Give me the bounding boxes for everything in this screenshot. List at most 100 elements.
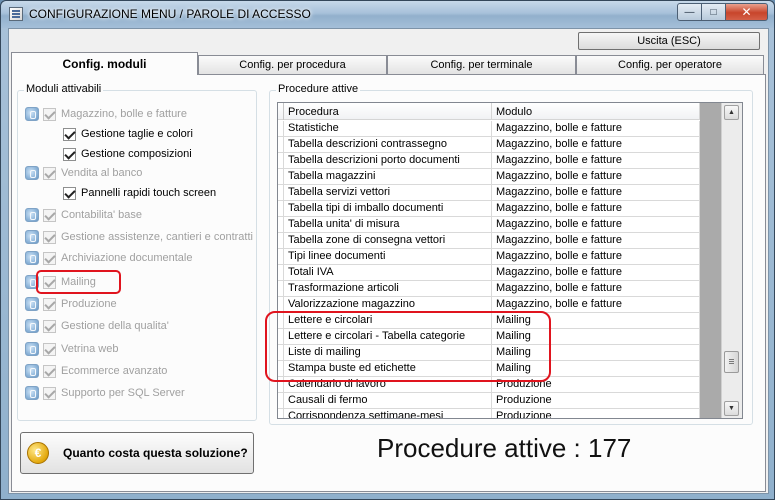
- table-row[interactable]: Tipi linee documenti Magazzino, bolle e f…: [278, 249, 700, 265]
- table-row[interactable]: Tabella magazzini Magazzino, bolle e fatt…: [278, 169, 700, 185]
- tab-config-moduli[interactable]: Config. moduli: [11, 52, 198, 75]
- cell-procedura[interactable]: Statistiche: [284, 121, 492, 136]
- table-row[interactable]: Tabella descrizioni contrassegno Magazzin…: [278, 137, 700, 153]
- title-bar[interactable]: CONFIGURAZIONE MENU / PAROLE DI ACCESSO …: [1, 1, 774, 28]
- cell-procedura[interactable]: Tabella descrizioni porto documenti: [284, 153, 492, 168]
- table-row[interactable]: Corrispondenza settimane-mesi Produzione: [278, 409, 700, 418]
- cell-procedura[interactable]: Tabella magazzini: [284, 169, 492, 184]
- module-checkbox[interactable]: [43, 251, 56, 265]
- cell-procedura[interactable]: Tabella zone di consegna vettori: [284, 233, 492, 248]
- module-item[interactable]: Magazzino, bolle e fatture: [25, 105, 187, 123]
- cell-modulo[interactable]: Magazzino, bolle e fatture: [492, 185, 700, 200]
- module-icon: [25, 386, 39, 400]
- module-checkbox[interactable]: [43, 230, 56, 244]
- cell-modulo[interactable]: Magazzino, bolle e fatture: [492, 137, 700, 152]
- module-item[interactable]: Supporto per SQL Server: [25, 384, 185, 402]
- module-checkbox[interactable]: [43, 297, 56, 311]
- column-header-procedura[interactable]: Procedura: [284, 103, 492, 120]
- minimize-button[interactable]: —: [677, 3, 702, 21]
- close-button[interactable]: ✕: [725, 3, 768, 21]
- grid-empty-area: [700, 103, 721, 418]
- module-item[interactable]: Pannelli rapidi touch screen: [63, 184, 216, 202]
- module-item[interactable]: Produzione: [25, 295, 117, 313]
- cell-procedura[interactable]: Tabella unita' di misura: [284, 217, 492, 232]
- window-title: CONFIGURAZIONE MENU / PAROLE DI ACCESSO: [29, 7, 311, 21]
- exit-button[interactable]: Uscita (ESC): [578, 32, 760, 50]
- cell-procedura[interactable]: Totali IVA: [284, 265, 492, 280]
- module-item[interactable]: Vetrina web: [25, 340, 118, 358]
- table-row[interactable]: Trasformazione articoli Magazzino, bolle …: [278, 281, 700, 297]
- module-icon: [25, 297, 39, 311]
- module-checkbox[interactable]: [43, 386, 56, 400]
- cell-modulo[interactable]: Magazzino, bolle e fatture: [492, 153, 700, 168]
- module-checkbox[interactable]: [43, 208, 56, 222]
- tab-config-per-operatore[interactable]: Config. per operatore: [576, 55, 764, 74]
- module-icon: [25, 251, 39, 265]
- module-label: Supporto per SQL Server: [61, 387, 185, 399]
- module-label: Produzione: [61, 298, 117, 310]
- module-item[interactable]: Gestione composizioni: [63, 145, 192, 163]
- module-checkbox[interactable]: [63, 186, 76, 200]
- cell-procedura[interactable]: Trasformazione articoli: [284, 281, 492, 296]
- cell-modulo[interactable]: Produzione: [492, 409, 700, 418]
- table-row[interactable]: Tabella servizi vettori Magazzino, bolle …: [278, 185, 700, 201]
- module-label: Gestione della qualita': [61, 320, 169, 332]
- tab-config-per-terminale[interactable]: Config. per terminale: [387, 55, 576, 74]
- cell-modulo[interactable]: Magazzino, bolle e fatture: [492, 297, 700, 312]
- module-item[interactable]: Contabilita' base: [25, 206, 142, 224]
- cell-procedura[interactable]: Valorizzazione magazzino: [284, 297, 492, 312]
- table-row[interactable]: Tabella unita' di misura Magazzino, bolle…: [278, 217, 700, 233]
- module-item[interactable]: Gestione della qualita': [25, 317, 169, 335]
- cost-button[interactable]: € Quanto costa questa soluzione?: [20, 432, 254, 474]
- module-item[interactable]: Vendita al banco: [25, 164, 142, 182]
- module-label: Magazzino, bolle e fatture: [61, 108, 187, 120]
- module-item[interactable]: Ecommerce avanzato: [25, 362, 167, 380]
- table-row[interactable]: Totali IVA Magazzino, bolle e fatture: [278, 265, 700, 281]
- cell-modulo[interactable]: Magazzino, bolle e fatture: [492, 121, 700, 136]
- cell-procedura[interactable]: Tipi linee documenti: [284, 249, 492, 264]
- module-checkbox[interactable]: [43, 364, 56, 378]
- scroll-thumb[interactable]: [724, 351, 739, 373]
- cell-modulo[interactable]: Magazzino, bolle e fatture: [492, 265, 700, 280]
- module-item[interactable]: Gestione taglie e colori: [63, 125, 193, 143]
- maximize-button[interactable]: □: [701, 3, 726, 21]
- cell-modulo[interactable]: Magazzino, bolle e fatture: [492, 281, 700, 296]
- scroll-up-icon[interactable]: ▲: [724, 105, 739, 120]
- module-checkbox[interactable]: [43, 342, 56, 356]
- grid-header: Procedura Modulo: [278, 103, 700, 120]
- app-window: CONFIGURAZIONE MENU / PAROLE DI ACCESSO …: [0, 0, 775, 500]
- cell-modulo[interactable]: Magazzino, bolle e fatture: [492, 201, 700, 216]
- cell-procedura[interactable]: Tabella tipi di imballo documenti: [284, 201, 492, 216]
- cell-procedura[interactable]: Causali di fermo: [284, 393, 492, 408]
- module-checkbox[interactable]: [43, 166, 56, 180]
- scroll-down-icon[interactable]: ▼: [724, 401, 739, 416]
- module-checkbox[interactable]: [63, 127, 76, 141]
- vertical-scrollbar[interactable]: ▲ ▼: [721, 103, 742, 418]
- cost-button-label: Quanto costa questa soluzione?: [63, 446, 248, 460]
- module-item[interactable]: Gestione assistenze, cantieri e contratt…: [25, 228, 253, 246]
- cell-modulo[interactable]: Produzione: [492, 393, 700, 408]
- mailing-highlight: [36, 270, 121, 294]
- mailing-rows-highlight: [265, 311, 551, 382]
- cell-procedura[interactable]: Corrispondenza settimane-mesi: [284, 409, 492, 418]
- module-checkbox[interactable]: [63, 147, 76, 161]
- table-row[interactable]: Tabella tipi di imballo documenti Magazzi…: [278, 201, 700, 217]
- cell-procedura[interactable]: Tabella servizi vettori: [284, 185, 492, 200]
- cell-modulo[interactable]: Magazzino, bolle e fatture: [492, 233, 700, 248]
- tab-config-per-procedura[interactable]: Config. per procedura: [198, 55, 387, 74]
- cell-modulo[interactable]: Magazzino, bolle e fatture: [492, 217, 700, 232]
- table-row[interactable]: Tabella zone di consegna vettori Magazzin…: [278, 233, 700, 249]
- table-row[interactable]: Causali di fermo Produzione: [278, 393, 700, 409]
- module-checkbox[interactable]: [43, 319, 56, 333]
- column-header-modulo[interactable]: Modulo: [492, 103, 700, 120]
- app-menu-icon[interactable]: [9, 7, 23, 21]
- module-checkbox[interactable]: [43, 107, 56, 121]
- module-icon: [25, 208, 39, 222]
- cell-modulo[interactable]: Magazzino, bolle e fatture: [492, 169, 700, 184]
- cell-procedura[interactable]: Tabella descrizioni contrassegno: [284, 137, 492, 152]
- cell-modulo[interactable]: Magazzino, bolle e fatture: [492, 249, 700, 264]
- table-row[interactable]: Tabella descrizioni porto documenti Magaz…: [278, 153, 700, 169]
- module-label: Contabilita' base: [61, 209, 142, 221]
- module-item[interactable]: Archiviazione documentale: [25, 249, 192, 267]
- table-row[interactable]: Statistiche Magazzino, bolle e fatture: [278, 121, 700, 137]
